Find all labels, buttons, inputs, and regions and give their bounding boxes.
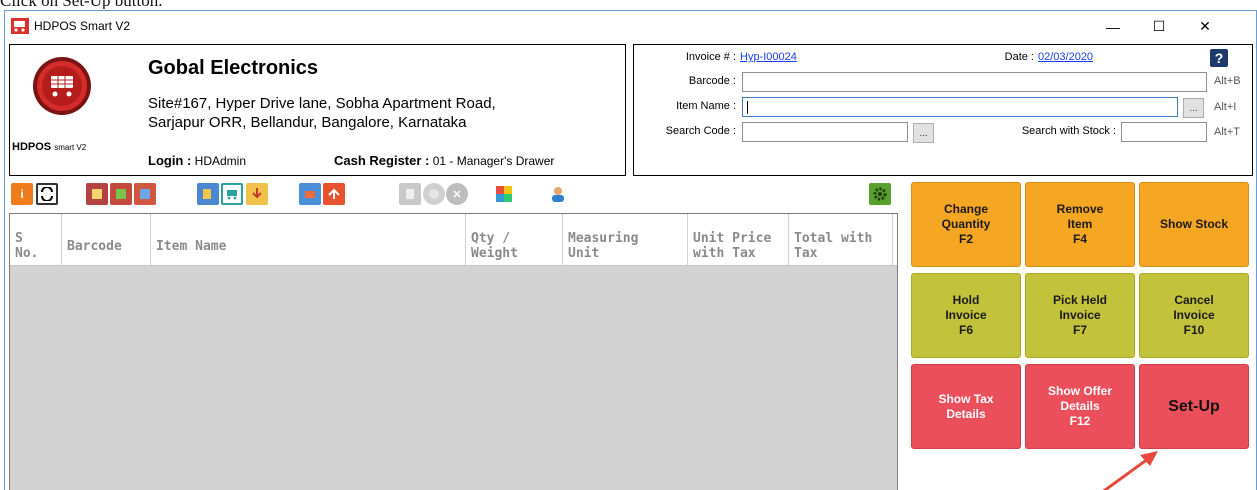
user-icon[interactable] [547,183,569,205]
minimize-button[interactable]: — [1090,11,1136,42]
barcode-label: Barcode : [688,75,736,87]
search-code-browse-button[interactable]: ... [913,123,934,143]
login-info: Login : HDAdmin [148,153,247,168]
list-disabled-icon[interactable] [399,183,421,205]
search-code-input[interactable] [742,122,908,142]
show-offer-details-button[interactable]: Show Offer Details F12 [1025,364,1135,449]
table-header: S No. Barcode Item Name Qty / Weight Measu… [10,214,897,266]
search-with-stock-input[interactable] [1121,122,1207,142]
item-name-hotkey: Alt+I [1214,101,1237,113]
info-icon[interactable]: i [11,183,33,205]
search-with-stock-label: Search with Stock : [1021,125,1116,137]
column-header-sno[interactable]: S No. [10,214,62,266]
edit-note-icon[interactable] [197,183,219,205]
pointer-arrow-icon [1102,451,1158,490]
badge-disabled-icon[interactable] [423,183,445,205]
report-add-icon[interactable] [110,183,132,205]
column-header-item-name[interactable]: Item Name [151,214,466,266]
download-icon[interactable] [246,183,268,205]
login-value: HDAdmin [194,154,247,168]
date-label: Date : [1004,51,1034,63]
address-line-1: Site#167, Hyper Drive lane, Sobha Apartm… [148,95,496,112]
barcode-hotkey: Alt+B [1214,75,1241,87]
column-header-total[interactable]: Total with Tax [789,214,893,266]
invoice-number-label: Invoice # : [685,51,736,63]
cancel-disabled-icon[interactable]: ✕ [446,183,468,205]
hold-invoice-button[interactable]: Hold Invoice F6 [911,273,1021,358]
transfer-icon[interactable] [299,183,321,205]
barcode-input[interactable] [742,72,1207,92]
title-bar: HDPOS Smart V2 — ☐ ✕ [5,11,1256,42]
text-caret [747,101,748,114]
hdpos-logo-icon [33,57,91,115]
invoice-number-link[interactable]: Hyp-I00024 [740,51,797,63]
column-header-measuring-unit[interactable]: Measuring Unit [563,214,688,266]
document-caption: Click on Set-Up button. [0,0,420,9]
pick-held-invoice-button[interactable]: Pick Held Invoice F7 [1025,273,1135,358]
search-with-stock-hotkey: Alt+T [1214,126,1240,138]
remove-item-button[interactable]: Remove Item F4 [1025,182,1135,267]
date-link[interactable]: 02/03/2020 [1038,51,1093,63]
app-window: HDPOS Smart V2 — ☐ ✕ HDPOS smart V2 Goba… [4,10,1257,490]
item-name-browse-button[interactable]: ... [1183,98,1204,118]
item-name-label: Item Name : [676,100,736,112]
show-tax-details-button[interactable]: Show Tax Details [911,364,1021,449]
cart-app-icon [11,18,29,34]
cart-icon[interactable] [221,183,243,205]
close-button[interactable]: ✕ [1182,11,1228,42]
return-icon[interactable] [323,183,345,205]
report-icon[interactable] [86,183,108,205]
item-name-input[interactable] [742,97,1178,117]
invoice-panel: Invoice # : Hyp-I00024 Date : 02/03/2020… [633,44,1253,176]
settings-gear-icon[interactable] [869,183,891,205]
change-quantity-button[interactable]: Change Quantity F2 [911,182,1021,267]
column-header-unit-price[interactable]: Unit Price with Tax [688,214,789,266]
store-address: Site#167, Hyper Drive lane, Sobha Apartm… [148,94,496,132]
tiles-icon[interactable] [493,183,515,205]
column-header-barcode[interactable]: Barcode [62,214,151,266]
refresh-icon[interactable] [36,183,58,205]
address-line-2: Sarjapur ORR, Bellandur, Bangalore, Karn… [148,114,467,131]
help-icon[interactable]: ? [1210,49,1228,67]
cash-register-info: Cash Register : 01 - Manager's Drawer [334,153,555,168]
search-code-label: Search Code : [665,125,736,137]
show-stock-button[interactable]: Show Stock [1139,182,1249,267]
cancel-invoice-button[interactable]: Cancel Invoice F10 [1139,273,1249,358]
store-name: Gobal Electronics [148,57,319,79]
report-export-icon[interactable] [134,183,156,205]
toolbar: i ✕ [9,183,891,213]
window-title: HDPOS Smart V2 [34,19,131,33]
maximize-button[interactable]: ☐ [1136,11,1182,42]
store-info-panel: HDPOS smart V2 Gobal Electronics Site#16… [9,44,626,176]
column-header-qty-weight[interactable]: Qty / Weight [466,214,563,266]
cash-register-value: 01 - Manager's Drawer [432,154,555,168]
setup-button[interactable]: Set-Up [1139,364,1249,449]
items-table[interactable]: S No. Barcode Item Name Qty / Weight Measu… [9,213,898,490]
logo-caption: HDPOS smart V2 [12,141,87,153]
